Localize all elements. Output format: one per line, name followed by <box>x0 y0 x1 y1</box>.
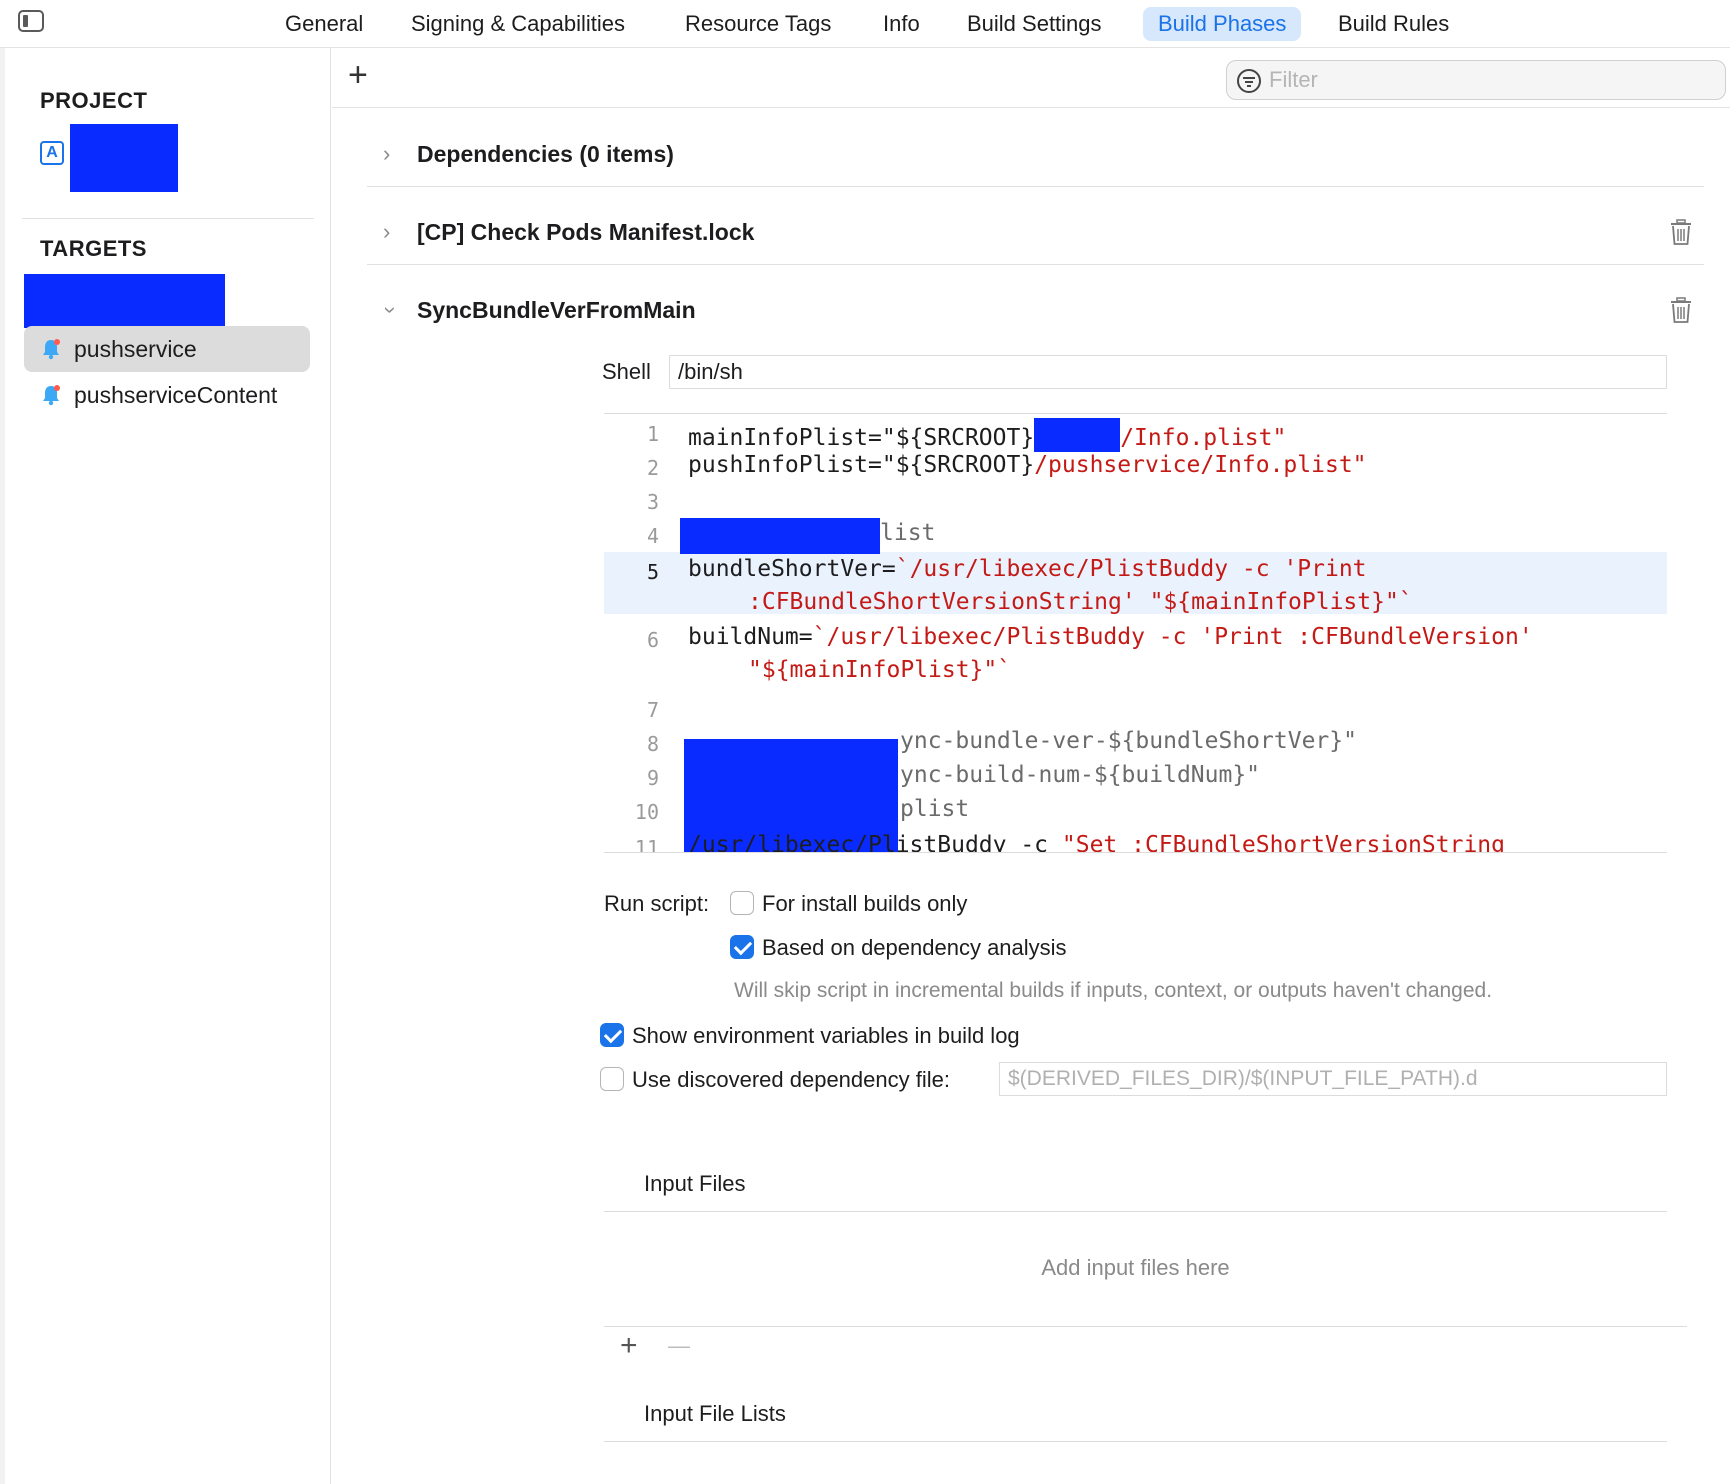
tab-build-settings[interactable]: Build Settings <box>952 7 1117 41</box>
script-editor[interactable]: 1 mainInfoPlist="${SRCROOT}/Info.plist" … <box>604 413 1667 853</box>
build-phases-editor: + › Dependencies (0 items) › [CP] Check … <box>332 48 1730 1484</box>
add-input-file-button[interactable]: + <box>620 1331 638 1361</box>
bell-icon <box>43 385 60 406</box>
code-string: :CFBundleShortVersionString' "${mainInfo… <box>748 589 1413 615</box>
line-number: 11 <box>634 836 659 853</box>
target-label: pushserviceContent <box>74 382 278 408</box>
phase-title: Dependencies (0 items) <box>417 141 674 167</box>
code-string: "${mainInfoPlist}"` <box>748 657 1012 683</box>
sidebar-edge <box>0 48 5 1484</box>
code-text: pushInfoPlist="${SRCROOT} <box>688 452 1035 478</box>
phases-toolbar: + <box>332 48 1730 108</box>
tab-build-rules[interactable]: Build Rules <box>1323 7 1464 41</box>
input-file-lists-heading: Input File Lists <box>644 1401 786 1426</box>
project-navigator: PROJECT A TARGETS pushservice pushservic… <box>0 48 331 1484</box>
code-text: list <box>880 520 936 546</box>
line-number: 4 <box>646 524 659 548</box>
line-number: 1 <box>646 422 659 446</box>
line-number: 2 <box>646 456 659 480</box>
phase-dependencies[interactable]: › Dependencies (0 items) <box>367 119 1704 196</box>
remove-input-file-button[interactable]: — <box>668 1331 690 1361</box>
tab-resource-tags[interactable]: Resource Tags <box>670 7 846 41</box>
code-text: plist <box>900 796 970 822</box>
code-text: ync-bundle-ver-${bundleShortVer}" <box>900 728 1357 754</box>
sidebar-divider <box>22 218 314 219</box>
line-number: 6 <box>646 628 659 652</box>
targets-heading: TARGETS <box>40 236 147 261</box>
code-text: bundleShortVer= <box>688 556 896 582</box>
code-string: "Set :CFBundleShortVersionString <box>1061 832 1505 853</box>
tab-info[interactable]: Info <box>868 7 935 41</box>
redacted-project-name <box>70 124 178 192</box>
input-files-divider <box>604 1326 1687 1327</box>
shell-input[interactable]: /bin/sh <box>669 355 1667 389</box>
line-number: 8 <box>646 732 659 756</box>
filter-icon <box>1237 69 1261 93</box>
line-number: 3 <box>646 490 659 514</box>
input-file-lists-divider <box>604 1441 1667 1442</box>
redacted-code <box>680 518 880 554</box>
bell-icon <box>43 339 60 360</box>
discovered-dep-checkbox[interactable] <box>600 1067 624 1091</box>
code-text: buildNum= <box>688 624 813 650</box>
discovered-dep-field[interactable]: $(DERIVED_FILES_DIR)/$(INPUT_FILE_PATH).… <box>999 1062 1667 1096</box>
tab-general[interactable]: General <box>270 7 378 41</box>
code-text: /usr/libexec/PlistBuddy -c <box>688 832 1062 853</box>
chevron-right-icon[interactable]: › <box>383 141 390 167</box>
code-string: /pushservice/Info.plist" <box>1034 452 1367 478</box>
project-heading: PROJECT <box>40 88 148 113</box>
input-files-divider <box>604 1211 1667 1212</box>
line-number: 9 <box>646 766 659 790</box>
sidebar-toggle-icon[interactable] <box>18 10 44 32</box>
shell-label: Shell <box>602 359 651 384</box>
code-string: /Info.plist" <box>1120 425 1287 451</box>
add-build-phase-button[interactable]: + <box>348 58 368 92</box>
line-number: 5 <box>646 560 659 584</box>
show-env-label: Show environment variables in build log <box>632 1023 1020 1048</box>
dependency-note: Will skip script in incremental builds i… <box>734 979 1493 1002</box>
dependency-analysis-label: Based on dependency analysis <box>762 935 1067 960</box>
tab-bar: General Signing & Capabilities Resource … <box>0 0 1730 48</box>
phase-check-pods-manifest[interactable]: › [CP] Check Pods Manifest.lock <box>367 197 1704 274</box>
code-line: 11 /usr/libexec/PlistBuddy -c "Set :CFBu… <box>604 832 1667 853</box>
dependency-analysis-checkbox[interactable] <box>730 935 754 959</box>
filter-field[interactable] <box>1226 60 1726 100</box>
redacted-path <box>1034 418 1121 452</box>
input-files-heading: Input Files <box>644 1171 746 1196</box>
phase-title: [CP] Check Pods Manifest.lock <box>417 219 755 245</box>
input-files-empty: Add input files here <box>1041 1255 1230 1280</box>
show-env-checkbox[interactable] <box>600 1023 624 1047</box>
target-label: pushservice <box>74 336 197 362</box>
trash-icon[interactable] <box>1670 297 1692 323</box>
chevron-down-icon[interactable]: › <box>378 306 404 313</box>
code-text: mainInfoPlist="${SRCROOT} <box>688 425 1035 451</box>
install-builds-label: For install builds only <box>762 891 968 916</box>
redacted-target[interactable] <box>24 274 225 328</box>
chevron-right-icon[interactable]: › <box>383 219 390 245</box>
run-script-label: Run script: <box>604 891 710 916</box>
discovered-dep-label: Use discovered dependency file: <box>632 1067 950 1092</box>
trash-icon[interactable] <box>1670 219 1692 245</box>
tab-build-phases[interactable]: Build Phases <box>1143 7 1302 41</box>
line-number: 7 <box>646 698 659 722</box>
phase-title: SyncBundleVerFromMain <box>417 297 696 323</box>
target-item-pushservice[interactable]: pushservice <box>24 326 310 372</box>
filter-input[interactable] <box>1269 61 1709 99</box>
code-text: ync-build-num-${buildNum}" <box>900 762 1261 788</box>
code-string: `/usr/libexec/PlistBuddy -c 'Print :CFBu… <box>812 624 1533 650</box>
app-store-icon: A <box>40 141 64 165</box>
target-item-pushservicecontent[interactable]: pushserviceContent <box>24 372 310 418</box>
phase-divider <box>367 264 1704 265</box>
install-builds-checkbox[interactable] <box>730 891 754 915</box>
phase-divider <box>367 186 1704 187</box>
tab-signing-capabilities[interactable]: Signing & Capabilities <box>396 7 640 41</box>
code-string: `/usr/libexec/PlistBuddy -c 'Print <box>895 556 1367 582</box>
line-number: 10 <box>634 800 659 824</box>
phase-sync-bundle-ver[interactable]: › SyncBundleVerFromMain <box>367 275 1704 352</box>
